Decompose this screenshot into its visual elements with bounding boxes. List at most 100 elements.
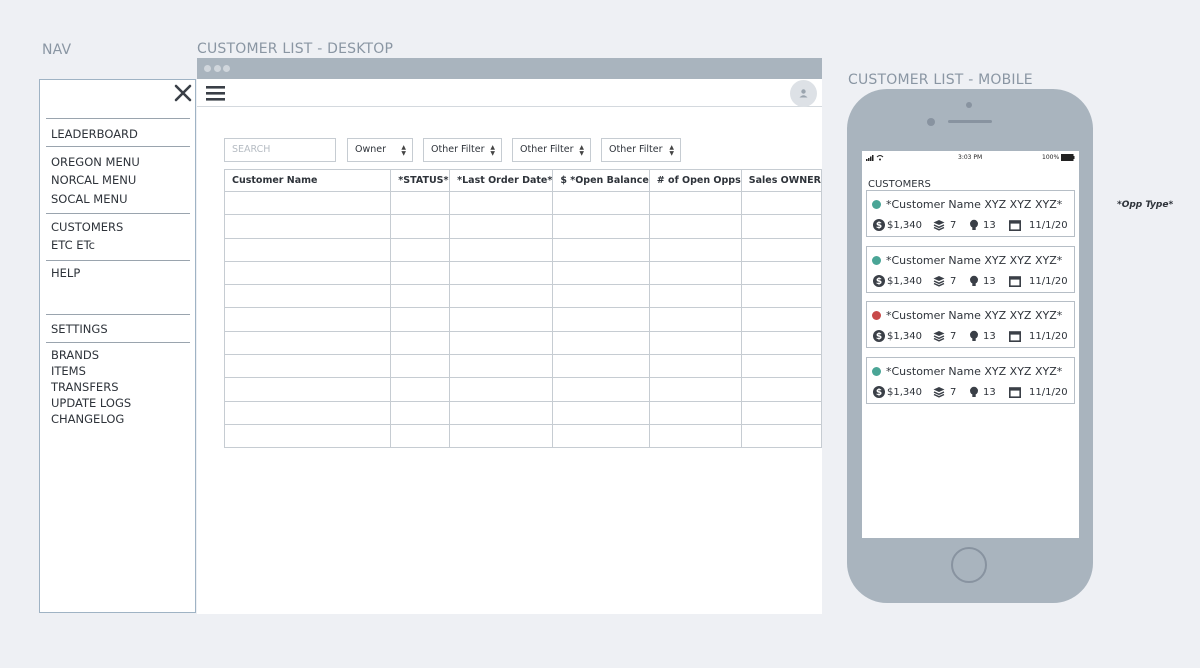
- select-caret-icon: ▲ ▼: [401, 144, 406, 157]
- phone-speaker: [948, 120, 992, 123]
- desktop-section-title: CUSTOMER LIST - DESKTOP: [197, 41, 394, 57]
- customer-card[interactable]: *Customer Name XYZ XYZ XYZ* $ $1,340 7 1…: [866, 301, 1075, 348]
- nav-item-leaderboard[interactable]: LEADERBOARD: [51, 127, 138, 141]
- dollar-icon: $: [873, 385, 885, 398]
- column-header-sales-owner[interactable]: Sales OWNER: [740, 169, 823, 192]
- open-balance: $1,340: [887, 275, 922, 287]
- window-dot[interactable]: [204, 65, 211, 72]
- open-balance: $1,340: [887, 220, 922, 231]
- nav-item-transfers[interactable]: TRANSFERS: [51, 380, 119, 394]
- other-filter-select[interactable]: Other Filter ▲ ▼: [512, 138, 591, 162]
- select-caret-icon: ▲ ▼: [669, 144, 674, 157]
- open-opps-count: 7: [950, 275, 957, 287]
- status-dot: [872, 366, 881, 376]
- status-dot: [872, 200, 881, 209]
- owner-filter-select[interactable]: Owner ▲ ▼: [347, 138, 413, 162]
- nav-item-settings[interactable]: SETTINGS: [51, 322, 108, 336]
- column-header-last-order-date[interactable]: *Last Order Date*: [449, 169, 554, 192]
- ideas-count: 13: [983, 386, 996, 398]
- open-opps-count: 7: [950, 386, 957, 398]
- nav-item-items[interactable]: ITEMS: [51, 364, 86, 378]
- status-battery-text: 100%: [1042, 154, 1060, 161]
- nav-item-norcal-menu[interactable]: NORCAL MENU: [51, 173, 136, 187]
- customer-card[interactable]: *Customer Name XYZ XYZ XYZ* $ $1,340 7 1…: [866, 356, 1075, 404]
- layers-icon: [933, 331, 945, 342]
- other-filter-select[interactable]: Other Filter ▲ ▼: [423, 138, 502, 162]
- status-dot: [872, 311, 881, 320]
- table-row[interactable]: [223, 190, 823, 216]
- open-balance: $1,340: [887, 331, 922, 342]
- dollar-icon: $: [873, 219, 885, 231]
- dollar-icon: $: [873, 330, 885, 342]
- layers-icon: [933, 386, 945, 398]
- table-row[interactable]: [223, 214, 823, 239]
- layers-icon: [933, 220, 945, 231]
- table-row[interactable]: [223, 284, 823, 309]
- customer-name: *Customer Name XYZ XYZ XYZ*: [886, 309, 1063, 322]
- nav-item-socal-menu[interactable]: SOCAL MENU: [51, 192, 128, 206]
- table-row[interactable]: [223, 307, 823, 332]
- signal-wifi-icon: [866, 155, 884, 161]
- table-row[interactable]: [223, 377, 823, 402]
- status-dot: [872, 255, 881, 265]
- svg-text:$: $: [876, 221, 882, 231]
- mobile-section-title: CUSTOMER LIST - MOBILE: [848, 72, 1033, 88]
- svg-text:$: $: [876, 332, 882, 342]
- svg-text:$: $: [876, 277, 882, 287]
- open-opps-count: 7: [950, 331, 957, 342]
- table-row[interactable]: [223, 260, 823, 286]
- column-header-open-balance[interactable]: $ *Open Balance: [552, 169, 650, 192]
- nav-item-customers[interactable]: CUSTOMERS: [51, 220, 123, 234]
- filter-label: Other Filter: [609, 144, 663, 155]
- customer-name: *Customer Name XYZ XYZ XYZ*: [886, 364, 1063, 378]
- phone-sensor: [966, 102, 972, 108]
- window-dot[interactable]: [214, 65, 221, 72]
- nav-item-brands[interactable]: BRANDS: [51, 348, 99, 362]
- nav-divider: [46, 146, 190, 147]
- customer-card[interactable]: *Customer Name XYZ XYZ XYZ* $ $1,340 7 1…: [866, 245, 1075, 293]
- calendar-icon: [1009, 386, 1021, 398]
- lightbulb-icon: [970, 386, 978, 397]
- dollar-icon: $: [873, 274, 885, 287]
- window-dot[interactable]: [223, 65, 230, 72]
- last-order-date: 11/1/20: [1029, 220, 1068, 231]
- customer-card[interactable]: *Customer Name XYZ XYZ XYZ* $ $1,340 7 1…: [866, 190, 1075, 237]
- desktop-window: SEARCH Owner ▲ ▼ Other Filter ▲ ▼ Other Fi…: [197, 58, 823, 614]
- nav-divider: [46, 213, 190, 214]
- column-header-customer-name[interactable]: Customer Name: [223, 169, 392, 192]
- status-time: 3:03 PM: [958, 154, 983, 161]
- home-button[interactable]: [951, 547, 987, 583]
- nav-divider: [46, 342, 190, 343]
- last-order-date: 11/1/20: [1029, 331, 1068, 342]
- close-icon[interactable]: [174, 84, 192, 102]
- nav-item-oregon-menu[interactable]: OREGON MENU: [51, 155, 140, 169]
- column-header-open-opps[interactable]: # of Open Opps: [648, 169, 742, 192]
- filter-label: Other Filter: [520, 144, 574, 155]
- hamburger-menu-icon[interactable]: [206, 85, 225, 102]
- nav-item-help[interactable]: HELP: [51, 266, 80, 280]
- column-header-status[interactable]: *STATUS*: [390, 169, 451, 192]
- search-input[interactable]: SEARCH: [224, 138, 336, 162]
- nav-panel: LEADERBOARD OREGON MENU NORCAL MENU SOCA…: [39, 79, 196, 613]
- select-caret-icon: ▲ ▼: [490, 144, 495, 157]
- battery-icon: [1061, 154, 1075, 161]
- table-row[interactable]: [223, 354, 823, 379]
- avatar[interactable]: [790, 80, 817, 107]
- calendar-icon: [1009, 220, 1021, 231]
- other-filter-select[interactable]: Other Filter ▲ ▼: [601, 138, 681, 162]
- ideas-count: 13: [983, 275, 996, 287]
- window-title-bar: [197, 58, 822, 79]
- table-row[interactable]: [223, 330, 823, 356]
- lightbulb-icon: [970, 219, 978, 230]
- table-row[interactable]: [223, 400, 823, 425]
- nav-item-etc[interactable]: ETC ETc: [51, 238, 95, 252]
- calendar-icon: [1009, 331, 1021, 342]
- table-row[interactable]: [223, 423, 823, 449]
- nav-section-title: NAV: [42, 42, 72, 58]
- nav-item-changelog[interactable]: CHANGELOG: [51, 412, 124, 426]
- filter-label: Owner: [355, 144, 387, 155]
- layers-icon: [933, 275, 945, 287]
- user-icon: [799, 89, 808, 98]
- nav-item-update-logs[interactable]: UPDATE LOGS: [51, 396, 131, 410]
- table-row[interactable]: [223, 237, 823, 262]
